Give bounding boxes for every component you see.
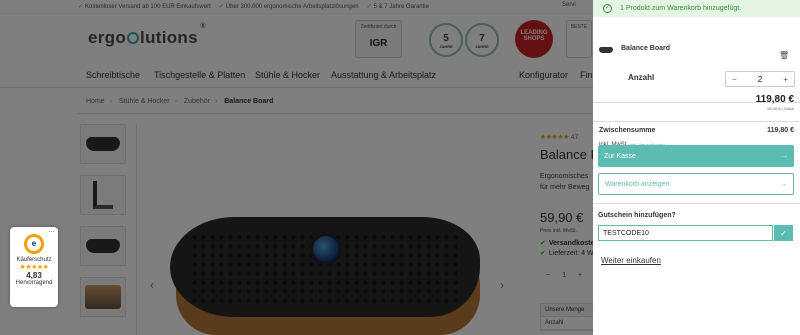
minus-icon[interactable]: − — [732, 75, 737, 84]
product-thumbnail[interactable] — [599, 47, 613, 53]
quantity-label: Anzahl — [628, 73, 655, 82]
offcanvas-cart: ✓ 1 Produkt zum Warenkorb hinzugefügt. B… — [593, 0, 800, 335]
line-item-total: 119,80 € — [755, 94, 794, 105]
quantity-stepper[interactable]: − 2 + — [725, 71, 795, 87]
voucher-submit-button[interactable]: ✓ — [774, 225, 793, 241]
more-icon[interactable]: ⋯ — [48, 228, 55, 236]
check-icon: ✓ — [603, 4, 612, 13]
trusted-seal-icon: e — [24, 234, 44, 254]
backdrop[interactable] — [0, 0, 593, 335]
view-cart-button[interactable]: Warenkorb anzeigen → — [598, 173, 794, 195]
plus-icon[interactable]: + — [783, 75, 788, 84]
subtotal-value: 119,80 € — [767, 127, 794, 134]
voucher-input[interactable] — [598, 225, 773, 241]
quantity-value[interactable]: 2 — [758, 75, 762, 84]
subtotal-label: Zwischensumme — [599, 127, 656, 134]
continue-shopping-link[interactable]: Weiter einkaufen — [601, 256, 661, 265]
line-item-name[interactable]: Balance Board — [621, 45, 670, 52]
success-alert: ✓ 1 Produkt zum Warenkorb hinzugefügt. — [593, 0, 800, 17]
divider — [593, 203, 800, 204]
unit-price: 59,90 € / Stück — [767, 106, 794, 111]
check-icon: ✓ — [780, 228, 787, 238]
voucher-label: Gutschein hinzufügen? — [598, 212, 676, 219]
trust-rating: Hervorragend — [15, 280, 53, 286]
trash-icon[interactable]: 🗑 — [779, 51, 789, 60]
trust-score: 4,83 — [26, 271, 42, 280]
trusted-shops-widget[interactable]: ⋯ e Käuferschutz ★★★★★ 4,83 Hervorragend — [10, 227, 58, 307]
alert-text: 1 Produkt zum Warenkorb hinzugefügt. — [620, 5, 742, 12]
cart-line-item: Balance Board 🗑 Anzahl − 2 + 119,80 € 59… — [593, 17, 800, 111]
arrow-right-icon: → — [781, 152, 788, 160]
checkout-button[interactable]: Zur Kasse → — [598, 145, 794, 167]
arrow-right-icon: → — [780, 180, 787, 188]
star-icon: ★★★★★ — [19, 264, 49, 271]
